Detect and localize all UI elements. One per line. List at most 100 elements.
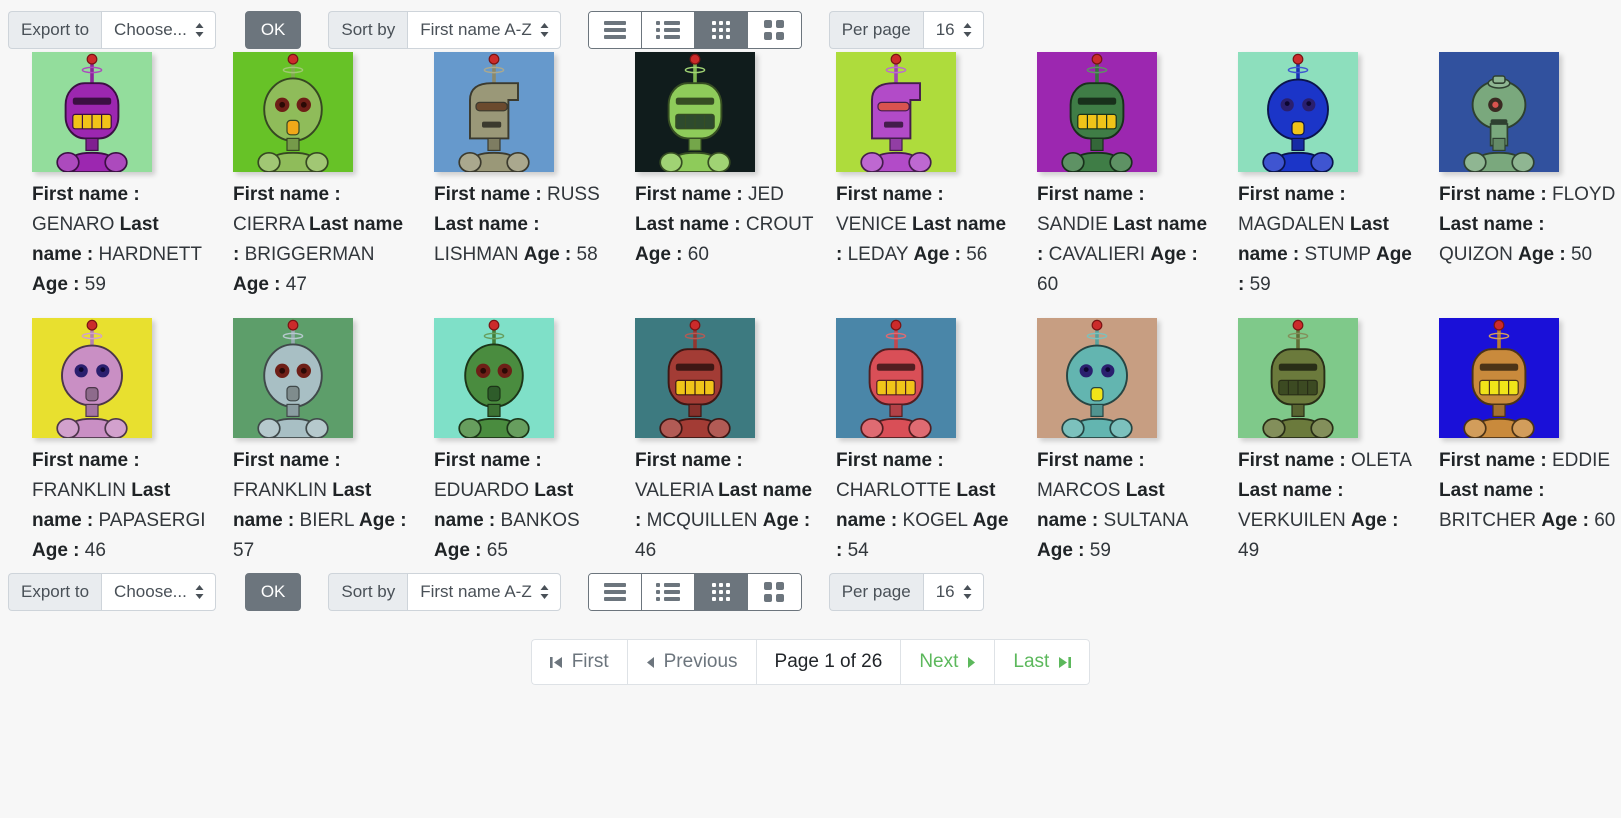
robot-card[interactable]: First name : EDDIE Last name : BRITCHER … — [1439, 318, 1621, 566]
sort-select[interactable]: First name A-Z — [407, 11, 561, 49]
sort-select[interactable]: First name A-Z — [407, 573, 561, 611]
export-ok-button-bottom[interactable]: OK — [244, 573, 302, 611]
card-details: First name : FLOYD Last name : QUIZON Ag… — [1439, 180, 1619, 270]
age-value: 59 — [1249, 274, 1271, 295]
perpage-label: Per page — [828, 573, 923, 611]
card-details: First name : VENICE Last name : LEDAY Ag… — [836, 180, 1016, 270]
grid-large-icon — [764, 582, 785, 602]
robot-avatar — [1037, 52, 1157, 172]
pagination-previous-button[interactable]: Previous — [626, 639, 756, 685]
last-name-value: LISHMAN — [434, 244, 519, 265]
export-ok-button[interactable]: OK — [244, 11, 302, 49]
export-group: Export to Choose... — [8, 11, 216, 49]
robot-avatar — [434, 318, 554, 438]
first-name-label: First name : — [1439, 184, 1547, 205]
robot-card[interactable]: First name : FLOYD Last name : QUIZON Ag… — [1439, 52, 1621, 300]
robot-card[interactable]: First name : JED Last name : CROUT Age :… — [635, 52, 825, 300]
view-mode-grid-large-button[interactable] — [747, 12, 801, 48]
age-label: Age : — [32, 540, 80, 561]
last-name-value: VERKUILEN — [1238, 510, 1346, 531]
view-mode-group-bottom — [587, 573, 802, 611]
pagination-next-button[interactable]: Next — [900, 639, 995, 685]
robot-card[interactable]: First name : VALERIA Last name : MCQUILL… — [635, 318, 825, 566]
last-name-value: PAPASERGI — [98, 510, 206, 531]
robot-card[interactable]: First name : MAGDALEN Last name : STUMP … — [1238, 52, 1428, 300]
view-mode-grid-small-button[interactable] — [694, 12, 748, 48]
robot-card[interactable]: First name : VENICE Last name : LEDAY Ag… — [836, 52, 1026, 300]
age-label: Age : — [635, 244, 683, 265]
first-name-value: OLETA — [1350, 450, 1411, 471]
export-select[interactable]: Choose... — [101, 573, 216, 611]
robot-card-grid: First name : GENARO Last name : HARDNETT… — [0, 52, 1621, 566]
first-name-value: VALERIA — [635, 480, 713, 501]
export-label: Export to — [8, 573, 102, 611]
age-value: 54 — [847, 540, 869, 561]
sort-group: Sort by First name A-Z — [328, 11, 561, 49]
perpage-group-bottom: Per page 16 — [828, 573, 984, 611]
view-mode-grid-large-button-bottom[interactable] — [747, 574, 801, 610]
card-details: First name : OLETA Last name : VERKUILEN… — [1238, 446, 1418, 566]
age-value: 56 — [966, 244, 988, 265]
robot-card[interactable]: First name : EDUARDO Last name : BANKOS … — [434, 318, 624, 566]
last-name-value: BANKOS — [500, 510, 580, 531]
robot-card[interactable]: First name : CIERRA Last name : BRIGGERM… — [233, 52, 423, 300]
view-mode-list-button[interactable] — [588, 12, 642, 48]
first-name-value: MARCOS — [1037, 480, 1121, 501]
perpage-select[interactable]: 16 — [922, 573, 984, 611]
first-name-value: EDDIE — [1551, 450, 1611, 471]
age-label: Age : — [1150, 244, 1198, 265]
robot-avatar — [1439, 52, 1559, 172]
robot-card[interactable]: First name : FRANKLIN Last name : BIERL … — [233, 318, 423, 566]
first-name-value: MAGDALEN — [1238, 214, 1345, 235]
robot-card[interactable]: First name : FRANKLIN Last name : PAPASE… — [32, 318, 222, 566]
robot-avatar — [836, 318, 956, 438]
robot-card[interactable]: First name : MARCOS Last name : SULTANA … — [1037, 318, 1227, 566]
age-value: 46 — [635, 540, 657, 561]
last-name-label: Last name : — [635, 214, 741, 235]
robot-card[interactable]: First name : SANDIE Last name : CAVALIER… — [1037, 52, 1227, 300]
pagination-last-button[interactable]: Last — [994, 639, 1091, 685]
age-value: 58 — [576, 244, 598, 265]
export-select[interactable]: Choose... — [101, 11, 216, 49]
chevron-updown-icon — [962, 584, 973, 600]
last-name-label: Last name : — [1439, 214, 1545, 235]
age-value: 57 — [233, 540, 255, 561]
last-name-value: BIERL — [299, 510, 354, 531]
first-name-label: First name : — [434, 450, 542, 471]
view-mode-list-button-bottom[interactable] — [588, 574, 642, 610]
first-name-value: RUSS — [546, 184, 600, 205]
view-mode-detail-list-button[interactable] — [641, 12, 695, 48]
pagination-page-indicator: Page 1 of 26 — [755, 639, 901, 685]
age-value: 46 — [84, 540, 106, 561]
age-value: 47 — [285, 274, 307, 295]
chevron-updown-icon — [194, 584, 205, 600]
last-name-value: STUMP — [1304, 244, 1371, 265]
first-name-label: First name : — [1037, 450, 1145, 471]
robot-card[interactable]: First name : OLETA Last name : VERKUILEN… — [1238, 318, 1428, 566]
robot-avatar — [434, 52, 554, 172]
export-select-value: Choose... — [114, 582, 187, 601]
pagination-first-button[interactable]: First — [530, 639, 627, 685]
first-page-icon — [549, 656, 563, 669]
first-name-value: SANDIE — [1037, 214, 1108, 235]
robot-avatar — [32, 52, 152, 172]
view-mode-detail-list-button-bottom[interactable] — [641, 574, 695, 610]
last-name-label: Last name : — [434, 214, 540, 235]
view-mode-grid-small-button-bottom[interactable] — [694, 574, 748, 610]
last-name-value: BRIGGERMAN — [244, 244, 375, 265]
card-details: First name : CHARLOTTE Last name : KOGEL… — [836, 446, 1016, 566]
pagination-wrapper: First Previous Page 1 of 26 Next Last — [0, 639, 1621, 685]
card-details: First name : EDUARDO Last name : BANKOS … — [434, 446, 614, 566]
age-label: Age : — [1037, 540, 1085, 561]
sort-label: Sort by — [328, 11, 408, 49]
export-select-value: Choose... — [114, 20, 187, 39]
chevron-updown-icon — [539, 584, 550, 600]
age-label: Age : — [523, 244, 572, 265]
robot-card[interactable]: First name : CHARLOTTE Last name : KOGEL… — [836, 318, 1026, 566]
robot-card[interactable]: First name : RUSS Last name : LISHMAN Ag… — [434, 52, 624, 300]
robot-card[interactable]: First name : GENARO Last name : HARDNETT… — [32, 52, 222, 300]
robot-avatar — [635, 52, 755, 172]
perpage-select[interactable]: 16 — [922, 11, 984, 49]
first-name-label: First name : — [32, 184, 140, 205]
last-name-label: Last name : — [1238, 480, 1344, 501]
